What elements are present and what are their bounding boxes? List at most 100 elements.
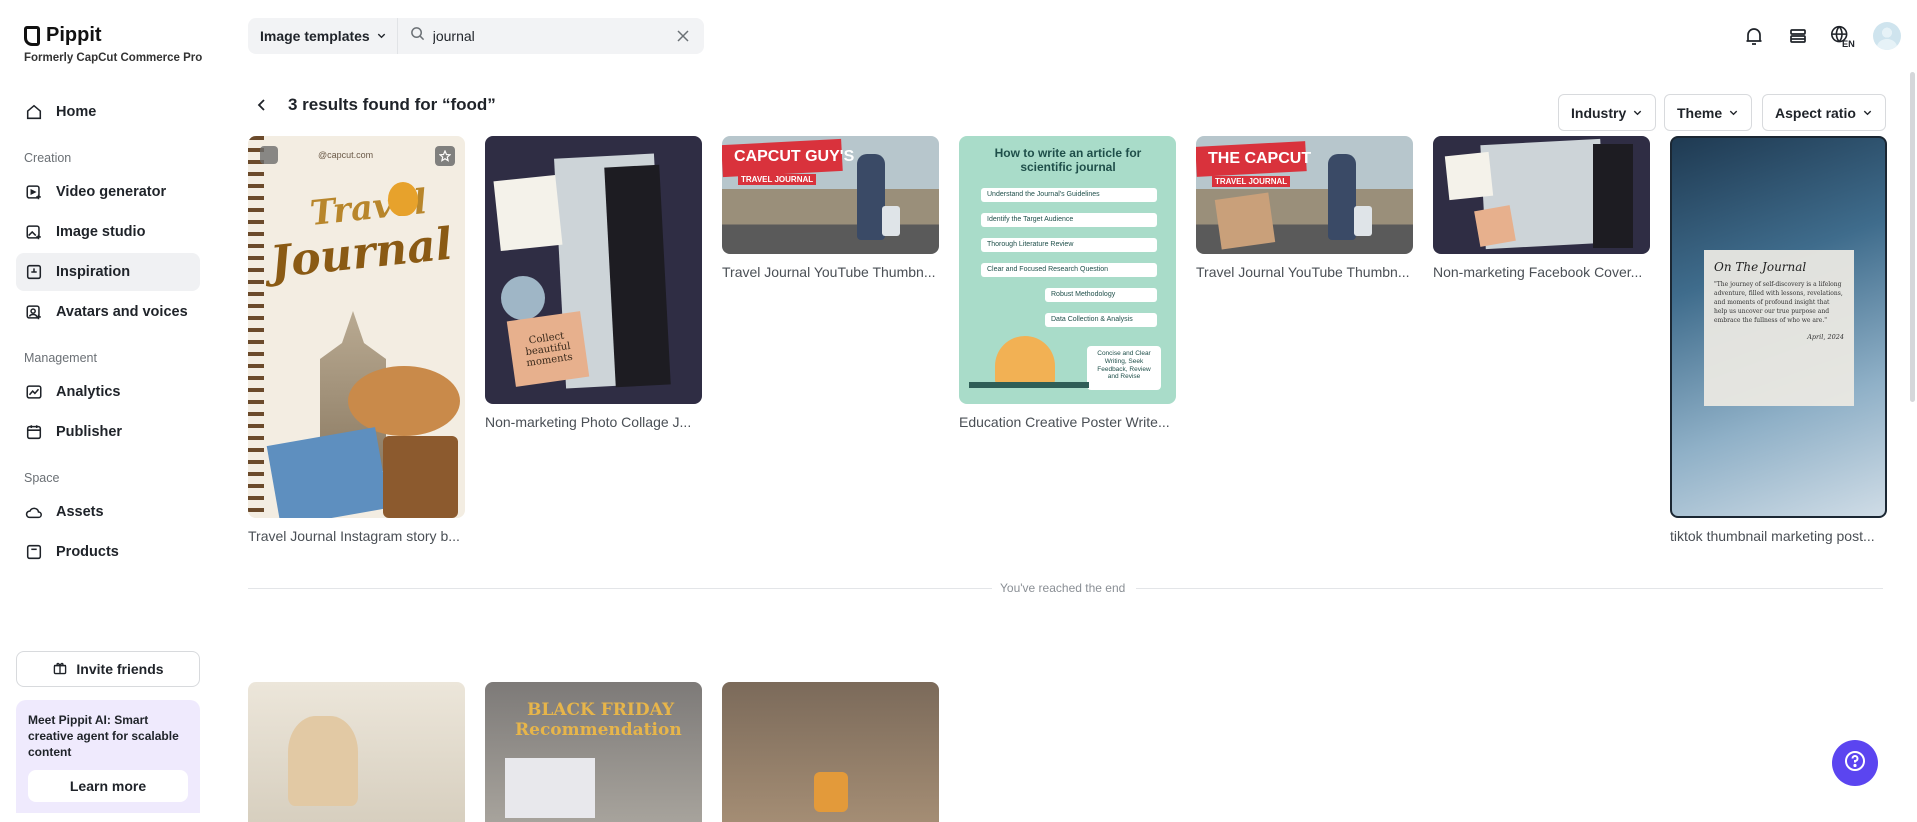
suitcase-shape: [1354, 206, 1372, 236]
template-card[interactable]: BLACK FRIDAY Recommendation: [485, 682, 702, 822]
learn-more-button[interactable]: Learn more: [28, 769, 188, 802]
template-card[interactable]: Non-marketing Facebook Cover...: [1433, 136, 1650, 286]
template-title: Non-marketing Photo Collage J...: [485, 414, 692, 430]
home-icon: [24, 102, 44, 122]
student-shape: [995, 336, 1055, 384]
watermark-text: @capcut.com: [318, 150, 374, 160]
sidebar-item-video-generator[interactable]: Video generator: [16, 173, 200, 211]
chevron-down-icon: [376, 28, 387, 44]
invite-friends-label: Invite friends: [76, 661, 164, 677]
filter-aspect-ratio[interactable]: Aspect ratio: [1762, 94, 1886, 131]
end-of-results-text: You've reached the end: [992, 581, 1134, 595]
help-button[interactable]: [1832, 740, 1878, 786]
help-question-icon: [1843, 749, 1867, 778]
template-card[interactable]: On The Journal "The journey of self-disc…: [1670, 136, 1887, 548]
sidebar-item-image-studio[interactable]: Image studio: [16, 213, 200, 251]
image-plus-icon: [24, 222, 44, 242]
box-shape: [505, 758, 595, 818]
poster-step: Clear and Focused Research Question: [981, 263, 1157, 277]
filter-industry[interactable]: Industry: [1558, 94, 1657, 131]
template-card[interactable]: THE CAPCUT TRAVEL JOURNAL Travel Journal…: [1196, 136, 1413, 286]
search-input[interactable]: [432, 28, 663, 44]
avatar[interactable]: [1873, 22, 1901, 50]
cloud-icon: [24, 502, 44, 522]
sidebar-item-products[interactable]: Products: [16, 533, 200, 571]
search-bar: Image templates: [248, 18, 704, 54]
sidebar-item-label: Video generator: [56, 184, 167, 200]
sidebar: Pippit Formerly CapCut Commerce Pro Home…: [0, 0, 216, 813]
template-title: tiktok thumbnail marketing post...: [1670, 528, 1875, 544]
art-line-2: TRAVEL JOURNAL: [738, 174, 817, 185]
template-card[interactable]: [248, 682, 465, 822]
sidebar-item-avatars-and-voices[interactable]: Avatars and voices: [16, 293, 200, 331]
poster-callout: Concise and Clear Writing, Seek Feedback…: [1087, 346, 1161, 390]
template-title: Travel Journal YouTube Thumbn...: [1196, 264, 1410, 280]
smiley-sticker: [501, 276, 545, 320]
poster-step: Data Collection & Analysis: [1045, 313, 1157, 327]
quote-body: "The journey of self-discovery is a life…: [1714, 281, 1843, 324]
template-thumbnail: BLACK FRIDAY Recommendation: [485, 682, 702, 822]
sidebar-item-label: Products: [56, 544, 119, 560]
template-card[interactable]: How to write an article for scientific j…: [959, 136, 1176, 436]
sidebar-item-assets[interactable]: Assets: [16, 493, 200, 531]
sidebar-item-inspiration[interactable]: Inspiration: [16, 253, 200, 291]
art-line-1: THE CAPCUT: [1208, 150, 1312, 167]
template-card[interactable]: CAPCUT GUY'S TRAVEL JOURNAL Travel Journ…: [722, 136, 939, 286]
invite-friends-button[interactable]: Invite friends: [16, 651, 200, 687]
map-shape: [266, 427, 390, 518]
spiral-binding: [248, 136, 264, 518]
template-thumbnail: @capcut.com Travel Journal: [248, 136, 465, 518]
sidebar-item-label: Avatars and voices: [56, 304, 188, 320]
suitcase-shape: [383, 436, 458, 518]
suitcase-shape: [882, 206, 900, 236]
divider-right: [1136, 588, 1883, 589]
sidebar-item-label: Publisher: [56, 424, 123, 440]
stack-icon[interactable]: [1785, 23, 1811, 49]
film-strip: [1593, 144, 1633, 248]
scrollbar[interactable]: [1910, 72, 1915, 402]
poster-step: Robust Methodology: [1045, 288, 1157, 302]
quote-date: April, 2024: [1807, 333, 1844, 341]
sidebar-item-analytics[interactable]: Analytics: [16, 373, 200, 411]
template-thumbnail: On The Journal "The journey of self-disc…: [1670, 136, 1887, 518]
filter-label: Industry: [1571, 104, 1627, 121]
section-label-management: Management: [24, 351, 97, 365]
collect-moments-tag: Collect beautiful moments: [506, 311, 590, 387]
template-thumbnail: Collect beautiful moments: [485, 136, 702, 404]
language-globe-icon[interactable]: EN: [1829, 23, 1855, 49]
back-arrow-icon[interactable]: [254, 97, 270, 113]
film-strip: [604, 164, 671, 388]
calendar-icon: [24, 422, 44, 442]
poster-step: Thorough Literature Review: [981, 238, 1157, 252]
template-card[interactable]: [722, 682, 939, 822]
template-card[interactable]: Collect beautiful moments Non-marketing …: [485, 136, 702, 436]
sidebar-item-label: Inspiration: [56, 264, 131, 280]
bell-icon[interactable]: [1741, 23, 1767, 49]
favorite-star-icon[interactable]: [435, 146, 455, 166]
pippit-logo[interactable]: Pippit: [24, 24, 102, 47]
sidebar-item-home[interactable]: Home: [16, 93, 200, 131]
product-box-icon: [24, 542, 44, 562]
template-card[interactable]: @capcut.com Travel Journal Travel Journa…: [248, 136, 465, 548]
sidebar-item-label: Home: [56, 104, 97, 120]
close-icon[interactable]: [676, 29, 690, 43]
logo-subtitle: Formerly CapCut Commerce Pro: [24, 52, 203, 64]
search-field: [398, 26, 704, 46]
svg-text:EN: EN: [1842, 39, 1855, 49]
poster-heading: How to write an article for scientific j…: [994, 146, 1142, 175]
balloon-shape: [388, 182, 418, 216]
quote-card: On The Journal "The journey of self-disc…: [1704, 250, 1854, 406]
paper-shape: [1214, 192, 1276, 250]
art-line-1: BLACK FRIDAY: [527, 700, 675, 720]
sidebar-item-publisher[interactable]: Publisher: [16, 413, 200, 451]
poster-step: Understand the Journal's Guidelines: [981, 188, 1157, 202]
polaroid-shape: [493, 174, 563, 252]
search-type-dropdown[interactable]: Image templates: [248, 18, 398, 54]
sidebar-item-label: Image studio: [56, 224, 146, 240]
filter-theme[interactable]: Theme: [1664, 94, 1753, 131]
quote-heading: On The Journal: [1714, 260, 1807, 274]
section-label-creation: Creation: [24, 151, 72, 165]
results-title: 3 results found for “food”: [288, 95, 496, 114]
hat-shape: [348, 366, 460, 436]
template-thumbnail: [722, 682, 939, 822]
